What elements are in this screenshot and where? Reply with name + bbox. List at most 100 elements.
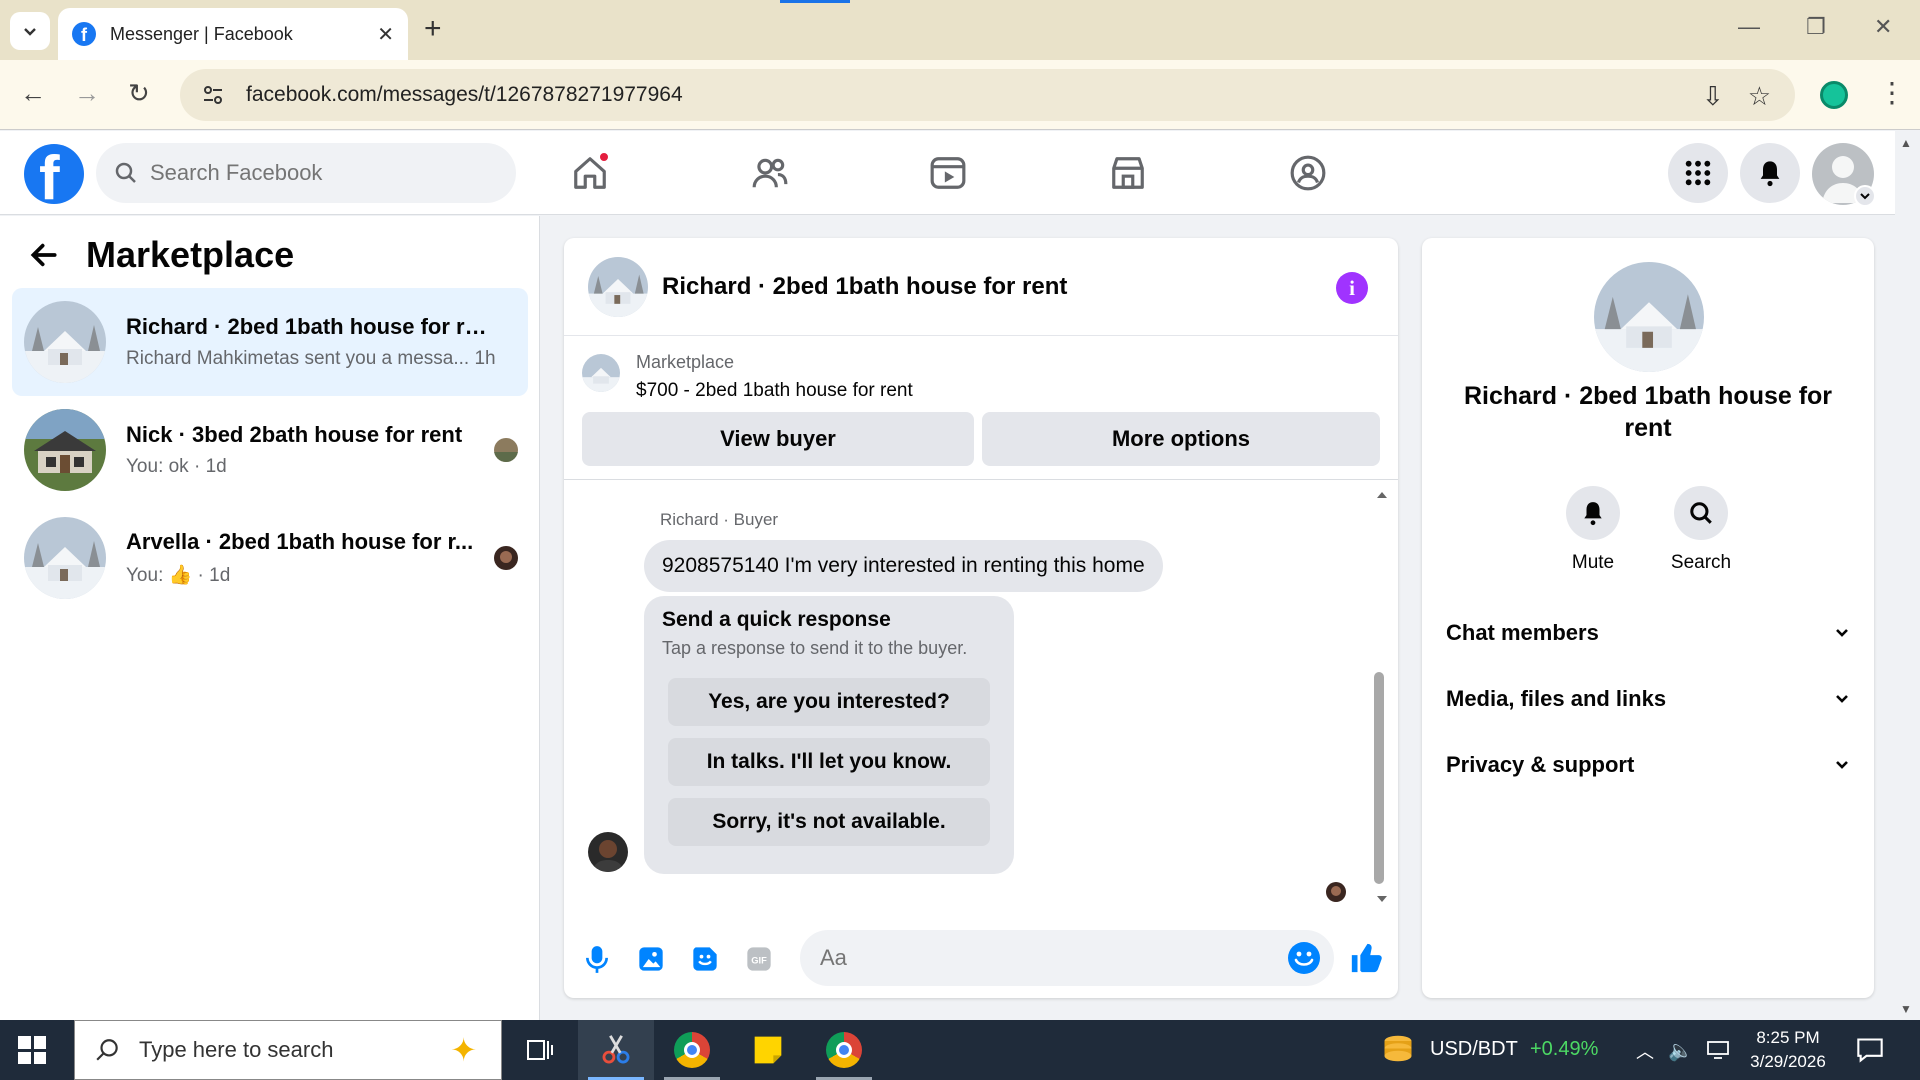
section-chat-members[interactable]: Chat members [1446,608,1850,658]
site-settings-icon[interactable] [200,82,226,108]
search-conversation-button[interactable]: Search [1656,486,1746,574]
conversation-preview: You: ok · 1d [126,456,227,477]
section-label: Privacy & support [1446,752,1635,777]
chat-avatar[interactable] [588,256,648,317]
message-input[interactable] [820,945,1260,971]
chat-header: Richard · 2bed 1bath house for rent i [564,238,1398,336]
search-icon [96,1039,118,1061]
video-icon [930,157,966,189]
back-arrow-icon[interactable] [28,239,60,271]
taskbar-app-chrome-1[interactable] [654,1020,730,1080]
facebook-search-input[interactable] [150,160,450,186]
bookmark-star-icon[interactable]: ☆ [1748,81,1771,112]
windows-start-icon[interactable] [18,1036,46,1064]
more-options-button[interactable]: More options [982,412,1380,466]
url-text[interactable]: facebook.com/messages/t/1267878271977964 [246,83,683,107]
conversation-name: Nick · 3bed 2bath house for rent [126,422,463,447]
tab-search-button[interactable] [10,12,50,50]
taskbar-app-chrome-2[interactable] [806,1020,882,1080]
conversation-name: Arvella · 2bed 1bath house for r... [126,529,474,554]
notifications-button[interactable] [1740,143,1800,203]
emoji-icon[interactable] [1288,942,1320,974]
left-header: Marketplace [28,234,294,276]
taskbar-search-box[interactable]: Type here to search ✦ [74,1020,502,1080]
quick-response-button[interactable]: Yes, are you interested? [668,678,990,726]
conversation-item-arvella[interactable]: Arvella · 2bed 1bath house for r... You:… [12,504,528,612]
tab-title: Messenger | Facebook [110,23,293,44]
forward-arrow-icon[interactable]: → [74,78,100,109]
section-media-files-links[interactable]: Media, files and links [1446,674,1850,724]
search-icon [1690,502,1712,524]
taskbar-app-snipping[interactable] [578,1020,654,1080]
browser-menu-icon[interactable]: ⋮ [1878,76,1906,109]
chevron-down-icon [24,28,36,36]
friends-icon [752,158,788,188]
buyer-avatar[interactable] [588,832,628,872]
coins-icon [1384,1035,1412,1062]
bell-icon [1760,161,1780,187]
marketplace-listing-card: Marketplace $700 - 2bed 1bath house for … [564,336,1398,480]
conversation-list-panel: Marketplace Richard · 2bed 1bath house f… [0,216,540,1020]
section-privacy-support[interactable]: Privacy & support [1446,740,1850,790]
browser-toolbar: ← → ↻ facebook.com/messages/t/1267878271… [0,60,1920,130]
facebook-logo-icon[interactable]: f [24,144,84,204]
listing-title[interactable]: $700 - 2bed 1bath house for rent [636,380,913,402]
message-input-box[interactable] [800,930,1334,986]
conversation-avatar-large[interactable] [1594,262,1704,372]
conversation-preview: You: 👍 · 1d [126,565,231,586]
info-icon[interactable]: i [1336,272,1368,304]
nav-friends[interactable] [748,151,792,195]
restore-icon[interactable]: ❐ [1806,14,1826,40]
nav-marketplace[interactable] [1106,151,1150,195]
house-thumbnail-avatar [24,409,106,491]
back-arrow-icon[interactable]: ← [20,78,46,109]
incoming-message-bubble[interactable]: 9208575140 I'm very interested in rentin… [644,540,1163,592]
conversation-item-richard[interactable]: Richard · 2bed 1bath house for rent Rich… [12,288,528,396]
search-circle[interactable] [1674,486,1728,540]
taskbar-app-sticky-notes[interactable] [730,1020,806,1080]
mute-button[interactable]: Mute [1548,486,1638,574]
microphone-icon[interactable] [582,944,612,974]
nav-groups[interactable] [1286,151,1330,195]
search-label: Search [1670,552,1732,573]
network-icon[interactable] [1706,1040,1730,1060]
sender-label: Richard · Buyer [660,510,779,529]
thread-scrollbar-thumb[interactable] [1374,672,1384,884]
browser-tab-messenger[interactable]: f Messenger | Facebook ✕ [58,8,408,60]
reload-icon[interactable]: ↻ [128,78,150,109]
tab-close-icon[interactable]: ✕ [377,22,394,47]
photo-icon[interactable] [636,944,666,974]
menu-button[interactable] [1668,143,1728,203]
extension-icon[interactable] [1820,81,1848,109]
chat-title[interactable]: Richard · 2bed 1bath house for rent [662,273,1067,301]
quick-response-button[interactable]: Sorry, it's not available. [668,798,990,846]
nav-home[interactable] [568,151,612,195]
view-buyer-button[interactable]: View buyer [582,412,974,466]
speaker-icon[interactable]: 🔈 [1668,1038,1693,1063]
page-scroll-up-icon[interactable]: ▲ [1900,136,1912,150]
address-bar[interactable]: facebook.com/messages/t/1267878271977964… [180,69,1795,121]
tray-chevron-up-icon[interactable]: ︿ [1636,1038,1654,1064]
facebook-search-box[interactable] [96,143,516,203]
system-clock[interactable]: 8:25 PM 3/29/2026 [1740,1026,1836,1074]
gif-icon[interactable]: GIF [744,944,774,974]
chevron-down-icon [1836,761,1848,769]
message-thread: Richard · Buyer 9208575140 I'm very inte… [564,480,1398,920]
nav-video[interactable] [926,151,970,195]
mute-circle[interactable] [1566,486,1620,540]
task-view-icon[interactable] [502,1020,578,1080]
new-tab-button[interactable]: + [424,14,442,44]
page-scroll-down-icon[interactable]: ▼ [1900,1002,1912,1016]
seen-by-avatar [494,546,518,570]
currency-pair-label[interactable]: USD/BDT [1430,1038,1518,1061]
facebook-top-nav: f [0,131,1895,215]
notification-center-icon[interactable] [1856,1036,1884,1064]
window-close-icon[interactable]: ✕ [1874,14,1892,40]
conversation-item-nick[interactable]: Nick · 3bed 2bath house for rent You: ok… [12,396,528,504]
quick-response-button[interactable]: In talks. I'll let you know. [668,738,990,786]
minimize-icon[interactable]: — [1738,14,1760,40]
thumbs-up-icon[interactable] [1348,940,1384,976]
install-app-icon[interactable]: ⇩ [1702,81,1724,112]
account-chevron-icon[interactable] [1854,185,1876,207]
sticker-icon[interactable] [690,944,720,974]
